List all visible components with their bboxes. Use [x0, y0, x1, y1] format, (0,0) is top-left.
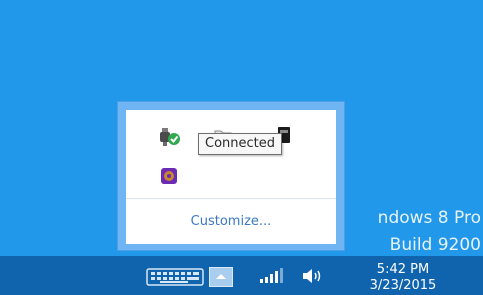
flyout-divider — [126, 198, 336, 199]
app-icon[interactable] — [160, 167, 178, 185]
touch-keyboard-icon[interactable] — [146, 268, 204, 286]
tray-overflow-flyout: Customize... — [117, 101, 345, 251]
usb-connected-icon[interactable] — [159, 127, 181, 147]
connected-tooltip: Connected — [198, 133, 283, 155]
flyout-panel: Customize... — [126, 110, 336, 244]
clock-date: 3/23/2015 — [369, 278, 437, 293]
watermark-edition: ndows 8 Pro — [377, 208, 481, 228]
volume-icon[interactable] — [301, 267, 327, 285]
watermark-build: Build 9200 — [389, 235, 481, 255]
customize-link[interactable]: Customize... — [126, 214, 336, 229]
network-signal-icon[interactable] — [258, 268, 284, 284]
taskbar: 5:42 PM 3/23/2015 — [0, 256, 483, 295]
system-clock[interactable]: 5:42 PM 3/23/2015 — [354, 262, 452, 294]
show-hidden-icons-chevron[interactable] — [209, 267, 233, 287]
clock-time: 5:42 PM — [376, 262, 430, 277]
